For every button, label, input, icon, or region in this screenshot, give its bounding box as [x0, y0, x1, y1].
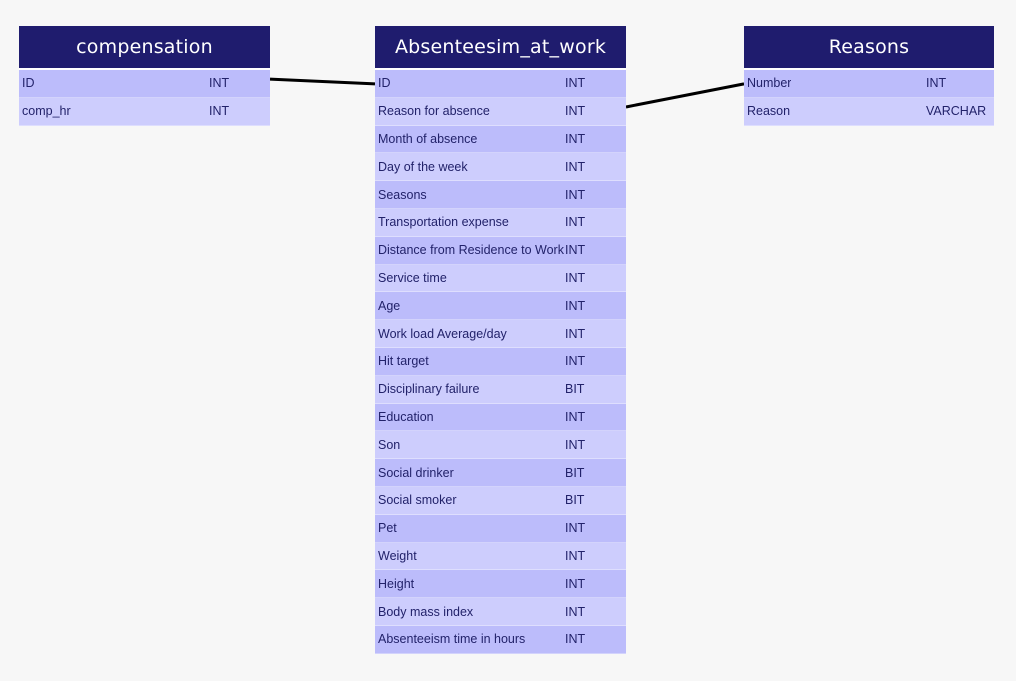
column-row[interactable]: Height INT: [375, 570, 626, 599]
column-type: INT: [565, 243, 586, 258]
table-header-compensation[interactable]: compensation: [19, 26, 270, 70]
column-type: INT: [565, 131, 586, 146]
column-name: Disciplinary failure: [378, 382, 480, 397]
column-row[interactable]: Social drinker BIT: [375, 459, 626, 487]
column-name: Transportation expense: [378, 215, 509, 230]
column-name: Body mass index: [378, 604, 474, 619]
column-type: INT: [565, 409, 586, 424]
column-name: Social drinker: [378, 465, 454, 480]
column-name: comp_hr: [22, 104, 71, 119]
table-columns-reasons: Number INT Reason VARCHAR: [744, 70, 994, 126]
column-row[interactable]: Education INT: [375, 403, 626, 432]
table-reasons[interactable]: Reasons Number INT Reason VARCHAR: [744, 26, 994, 126]
column-type: INT: [565, 215, 586, 230]
column-row[interactable]: Weight INT: [375, 542, 626, 571]
column-name: Son: [378, 437, 401, 452]
column-type: INT: [565, 326, 586, 341]
column-row[interactable]: ID INT: [375, 70, 626, 98]
table-absenteesim-at-work[interactable]: Absenteesim_at_work ID INT Reason for abse…: [375, 26, 626, 654]
column-name: Absenteeism time in hours: [378, 632, 526, 647]
column-type: INT: [565, 576, 586, 591]
column-row[interactable]: ID INT: [19, 70, 270, 98]
column-type: INT: [209, 76, 230, 91]
column-type: INT: [565, 76, 586, 91]
column-row[interactable]: Pet INT: [375, 514, 626, 543]
column-row[interactable]: Reason for absence INT: [375, 97, 626, 126]
column-name: Weight: [378, 548, 417, 563]
column-row[interactable]: Number INT: [744, 70, 994, 98]
column-name: Reason for absence: [378, 104, 490, 119]
column-type: INT: [565, 298, 586, 313]
column-row[interactable]: comp_hr INT: [19, 97, 270, 126]
column-type: INT: [565, 270, 586, 285]
table-columns-compensation: ID INT comp_hr INT: [19, 70, 270, 126]
column-name: Social smoker: [378, 493, 457, 508]
column-row[interactable]: Transportation expense INT: [375, 208, 626, 237]
column-name: Service time: [378, 270, 447, 285]
column-name: Distance from Residence to Work: [378, 243, 564, 258]
column-name: Day of the week: [378, 159, 468, 174]
column-name: Age: [378, 298, 401, 313]
column-name: Reason: [747, 104, 791, 119]
column-type: INT: [565, 604, 586, 619]
column-row[interactable]: Seasons INT: [375, 181, 626, 209]
column-type: INT: [926, 76, 947, 91]
column-type: BIT: [565, 382, 585, 397]
column-row[interactable]: Body mass index INT: [375, 598, 626, 626]
column-row[interactable]: Distance from Residence to Work INT: [375, 236, 626, 265]
column-name: Month of absence: [378, 131, 478, 146]
column-type: BIT: [565, 493, 585, 508]
column-row[interactable]: Reason VARCHAR: [744, 97, 994, 126]
column-type: VARCHAR: [926, 104, 987, 119]
relationship-line: [269, 77, 376, 86]
table-columns-absenteesim-at-work: ID INT Reason for absence INT Month of absen…: [375, 70, 626, 654]
column-row[interactable]: Age INT: [375, 292, 626, 321]
column-row[interactable]: Son INT: [375, 431, 626, 460]
column-type: INT: [565, 104, 586, 119]
column-type: INT: [565, 521, 586, 536]
column-row[interactable]: Month of absence INT: [375, 125, 626, 154]
column-name: Seasons: [378, 187, 427, 202]
column-type: INT: [565, 632, 586, 647]
column-row[interactable]: Disciplinary failure BIT: [375, 375, 626, 404]
er-diagram-canvas: compensation ID INT comp_hr INT Absenteesim…: [0, 0, 1016, 681]
column-type: INT: [565, 437, 586, 452]
column-row[interactable]: Absenteeism time in hours INT: [375, 625, 626, 654]
column-name: ID: [378, 76, 391, 91]
column-row[interactable]: Service time INT: [375, 264, 626, 293]
column-row[interactable]: Social smoker BIT: [375, 486, 626, 515]
column-row[interactable]: Day of the week INT: [375, 153, 626, 182]
column-name: Education: [378, 409, 434, 424]
column-name: Number: [747, 76, 792, 91]
column-name: Height: [378, 576, 415, 591]
table-header-absenteesim-at-work[interactable]: Absenteesim_at_work: [375, 26, 626, 70]
relationship-line: [625, 82, 745, 109]
column-type: INT: [565, 548, 586, 563]
table-compensation[interactable]: compensation ID INT comp_hr INT: [19, 26, 270, 126]
table-header-reasons[interactable]: Reasons: [744, 26, 994, 70]
column-row[interactable]: Work load Average/day INT: [375, 320, 626, 348]
column-type: INT: [565, 159, 586, 174]
column-name: Hit target: [378, 354, 429, 369]
column-name: Work load Average/day: [378, 326, 507, 341]
column-name: Pet: [378, 521, 397, 536]
column-type: INT: [565, 354, 586, 369]
column-type: INT: [565, 187, 586, 202]
column-type: BIT: [565, 465, 585, 480]
column-row[interactable]: Hit target INT: [375, 347, 626, 376]
column-type: INT: [209, 104, 230, 119]
column-name: ID: [22, 76, 35, 91]
